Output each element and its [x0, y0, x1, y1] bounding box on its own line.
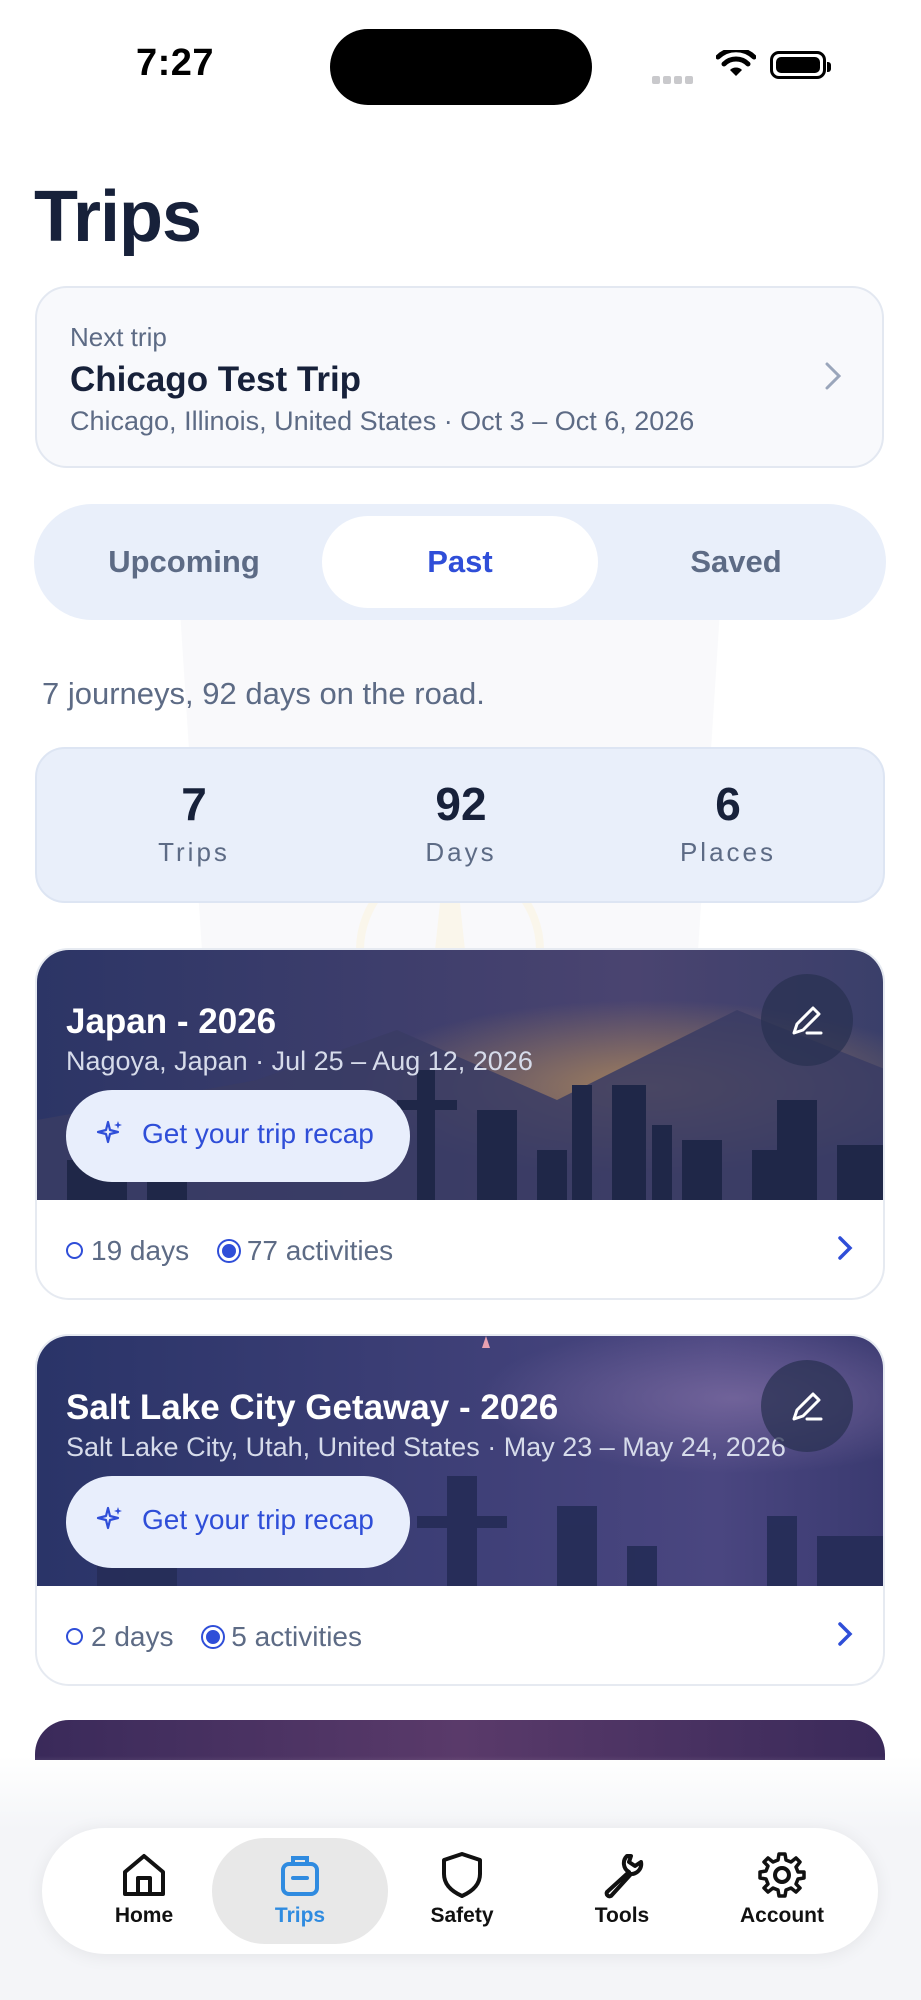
- tab-label: Safety: [430, 1904, 494, 1927]
- battery-icon: [770, 51, 831, 79]
- tab-safety[interactable]: Safety: [382, 1838, 542, 1944]
- stat-value: 7: [181, 778, 207, 830]
- stat-trips: 7 Trips: [54, 777, 334, 868]
- trip-recap-label: Get your trip recap: [142, 1118, 374, 1149]
- tab-saved[interactable]: Saved: [598, 516, 874, 608]
- tab-upcoming[interactable]: Upcoming: [46, 516, 322, 608]
- shield-icon: [442, 1852, 482, 1898]
- trip-subtitle: Nagoya, Japan · Jul 25 – Aug 12, 2026: [66, 1046, 533, 1076]
- trip-card[interactable]: Salt Lake City Getaway - 2026 Salt Lake …: [35, 1334, 885, 1686]
- gear-icon: [758, 1852, 806, 1898]
- clock-icon: [66, 1242, 83, 1260]
- cellular-signal-icon: [652, 71, 696, 89]
- trip-meta: 19 days 77 activities: [66, 1235, 415, 1267]
- edit-trip-button[interactable]: [761, 1360, 853, 1452]
- tab-label: Tools: [594, 1904, 650, 1927]
- trip-activities: 77 activities: [246, 1235, 394, 1266]
- bottom-tab-bar: Home Trips Safety Tools Account: [42, 1828, 878, 1954]
- trip-filter-segmented-control: Upcoming Past Saved: [34, 504, 886, 620]
- next-trip-label: Next trip: [70, 322, 167, 352]
- trip-days: 19 days: [91, 1235, 190, 1266]
- next-trip-subtitle: Chicago, Illinois, United States · Oct 3…: [70, 406, 695, 436]
- tab-trips[interactable]: Trips: [212, 1838, 388, 1944]
- tab-past[interactable]: Past: [322, 516, 598, 608]
- stat-label: Places: [679, 837, 777, 867]
- dynamic-island: [330, 29, 592, 105]
- pencil-icon: [792, 1392, 823, 1421]
- tab-tools[interactable]: Tools: [542, 1838, 702, 1944]
- stats-panel: 7 Trips 92 Days 6 Places: [35, 747, 885, 903]
- suitcase-icon: [281, 1856, 319, 1896]
- wifi-icon: [715, 47, 757, 85]
- trip-card[interactable]: Japan - 2026 Nagoya, Japan · Jul 25 – Au…: [35, 948, 885, 1300]
- wrench-icon: [604, 1854, 644, 1899]
- stat-value: 92: [435, 778, 487, 830]
- stat-value: 6: [715, 778, 741, 830]
- chevron-right-icon: [824, 358, 842, 400]
- clock-icon: [66, 1628, 83, 1646]
- tab-label: Trips: [274, 1904, 326, 1927]
- stat-days: 92 Days: [321, 777, 601, 868]
- stat-places: 6 Places: [588, 777, 868, 868]
- edit-trip-button[interactable]: [761, 974, 853, 1066]
- chevron-right-icon: [837, 1228, 853, 1270]
- chevron-right-icon: [837, 1614, 853, 1656]
- next-trip-title: Chicago Test Trip: [70, 360, 362, 399]
- trip-title: Japan - 2026: [66, 1002, 277, 1041]
- trip-hero-image: Salt Lake City Getaway - 2026 Salt Lake …: [37, 1336, 883, 1586]
- trip-recap-button[interactable]: Get your trip recap: [66, 1090, 410, 1182]
- next-trip-card[interactable]: Next trip Chicago Test Trip Chicago, Ill…: [35, 286, 884, 468]
- trip-recap-label: Get your trip recap: [142, 1504, 374, 1535]
- trip-meta: 2 days 5 activities: [66, 1621, 384, 1653]
- trip-activities: 5 activities: [231, 1621, 362, 1652]
- activity-dot-icon: [203, 1626, 224, 1647]
- status-time: 7:27: [136, 42, 215, 84]
- page-title: Trips: [34, 177, 202, 257]
- home-icon: [123, 1854, 165, 1896]
- stat-label: Trips: [158, 837, 230, 867]
- tab-home[interactable]: Home: [64, 1838, 224, 1944]
- tab-account[interactable]: Account: [702, 1838, 862, 1944]
- trip-hero-image: Japan - 2026 Nagoya, Japan · Jul 25 – Au…: [37, 950, 883, 1200]
- trip-title: Salt Lake City Getaway - 2026: [66, 1388, 559, 1427]
- activity-dot-icon: [218, 1240, 239, 1261]
- trip-recap-button[interactable]: Get your trip recap: [66, 1476, 410, 1568]
- trips-summary: 7 journeys, 92 days on the road.: [42, 676, 485, 711]
- pencil-icon: [792, 1006, 823, 1035]
- stat-label: Days: [425, 837, 497, 867]
- tab-label: Home: [114, 1904, 174, 1927]
- sparkles-icon: [96, 1120, 122, 1144]
- sparkles-icon: [96, 1506, 122, 1530]
- trip-days: 2 days: [91, 1621, 174, 1652]
- trip-card-peek[interactable]: [35, 1720, 885, 1760]
- trip-subtitle: Salt Lake City, Utah, United States · Ma…: [66, 1432, 786, 1462]
- tab-label: Account: [740, 1904, 824, 1927]
